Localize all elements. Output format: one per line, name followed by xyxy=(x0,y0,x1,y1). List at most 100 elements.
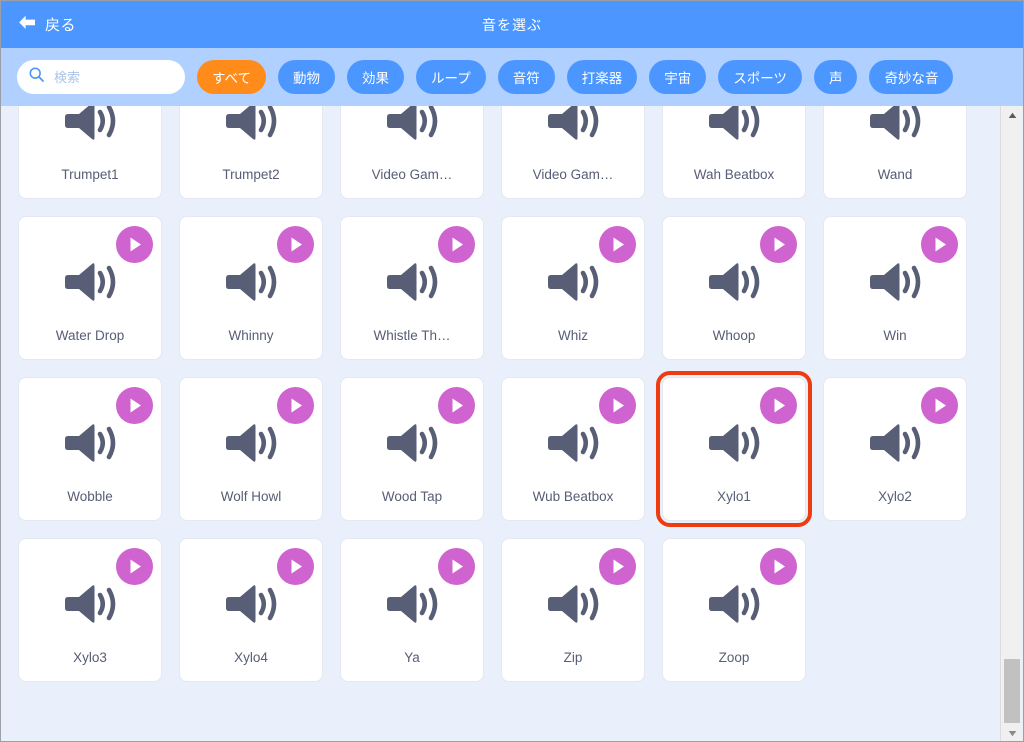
play-button[interactable] xyxy=(116,387,153,424)
sound-card-label: Trumpet1 xyxy=(61,167,119,182)
play-button[interactable] xyxy=(438,548,475,585)
play-icon xyxy=(774,398,785,413)
sound-card[interactable]: Wolf Howl xyxy=(179,377,323,521)
play-button[interactable] xyxy=(277,548,314,585)
filter-tag[interactable]: 動物 xyxy=(278,60,336,94)
sound-card[interactable]: Wub Beatbox xyxy=(501,377,645,521)
speaker-icon xyxy=(384,106,440,148)
speaker-icon xyxy=(62,260,118,309)
filter-tag[interactable]: 効果 xyxy=(347,60,405,94)
sound-card[interactable]: Xylo1 xyxy=(656,371,812,527)
scrollbar-thumb[interactable] xyxy=(1004,659,1020,723)
filter-tag[interactable]: スポーツ xyxy=(718,60,802,94)
filter-tag[interactable]: 奇妙な音 xyxy=(869,60,954,94)
speaker-icon xyxy=(706,582,762,631)
header-bar: 戻る 音を選ぶ xyxy=(1,1,1023,48)
speaker-icon xyxy=(223,582,279,631)
play-icon xyxy=(774,559,785,574)
search-icon xyxy=(29,67,44,87)
play-icon xyxy=(291,559,302,574)
speaker-icon xyxy=(706,421,762,470)
speaker-icon xyxy=(384,260,440,309)
sound-library-window: 戻る 音を選ぶ すべて動物効果ループ音符打楽器宇宙スポーツ声奇妙な音 Trump… xyxy=(0,0,1024,742)
sound-card[interactable]: Zip xyxy=(501,538,645,682)
sound-card-label: Wah Beatbox xyxy=(693,167,775,182)
triangle-up-icon[interactable] xyxy=(1001,106,1023,124)
play-icon xyxy=(613,237,624,252)
sound-card-label: Wand xyxy=(877,167,913,182)
filter-tag[interactable]: 宇宙 xyxy=(649,60,707,94)
play-icon xyxy=(935,237,946,252)
play-icon xyxy=(613,559,624,574)
play-icon xyxy=(130,559,141,574)
play-button[interactable] xyxy=(760,387,797,424)
sound-card[interactable]: Xylo2 xyxy=(823,377,967,521)
filter-tag-list: すべて 動物 効果 ループ 音符 打楽器 宇宙 スポーツ声奇妙な音 xyxy=(197,60,954,94)
sound-card[interactable]: Water Drop xyxy=(18,216,162,360)
speaker-icon xyxy=(223,106,279,148)
triangle-down-icon[interactable] xyxy=(1001,724,1023,741)
speaker-icon xyxy=(545,260,601,309)
play-icon xyxy=(291,237,302,252)
sound-card-label: Whiz xyxy=(558,328,588,343)
speaker-icon xyxy=(867,106,923,148)
play-button[interactable] xyxy=(921,226,958,263)
sound-card-label: Zoop xyxy=(718,650,750,665)
speaker-icon xyxy=(384,421,440,470)
search-input[interactable] xyxy=(54,69,174,85)
sound-card[interactable]: Video Gam… xyxy=(340,106,484,199)
sound-card[interactable]: Whinny xyxy=(179,216,323,360)
play-button[interactable] xyxy=(760,226,797,263)
filter-tag[interactable]: 声 xyxy=(813,60,858,94)
play-button[interactable] xyxy=(599,387,636,424)
speaker-icon xyxy=(867,421,923,470)
play-icon xyxy=(130,398,141,413)
sound-card-label: Video Gam… xyxy=(532,167,614,182)
sound-card-label: Video Gam… xyxy=(371,167,453,182)
sound-card[interactable]: Wood Tap xyxy=(340,377,484,521)
search-box[interactable] xyxy=(17,60,185,94)
sound-card[interactable]: Ya xyxy=(340,538,484,682)
sound-card[interactable]: Whiz xyxy=(501,216,645,360)
play-button[interactable] xyxy=(277,226,314,263)
play-button[interactable] xyxy=(760,548,797,585)
sound-card[interactable]: Wah Beatbox xyxy=(662,106,806,199)
speaker-icon xyxy=(545,421,601,470)
sound-card-label: Whoop xyxy=(712,328,756,343)
play-button[interactable] xyxy=(599,226,636,263)
filter-tag[interactable]: 打楽器 xyxy=(566,60,638,94)
sound-card-label: Win xyxy=(883,328,907,343)
sound-card[interactable]: Xylo3 xyxy=(18,538,162,682)
speaker-icon xyxy=(223,421,279,470)
sound-card[interactable]: Whistle Th… xyxy=(340,216,484,360)
sound-card[interactable]: Wand xyxy=(823,106,967,199)
filter-tag[interactable]: 音符 xyxy=(497,60,555,94)
filter-bar: すべて動物効果ループ音符打楽器宇宙スポーツ声奇妙な音 xyxy=(1,48,1023,106)
sound-card[interactable]: Wobble xyxy=(18,377,162,521)
filter-tag[interactable]: ループ xyxy=(416,60,486,94)
sound-card[interactable]: Trumpet2 xyxy=(179,106,323,199)
sound-card[interactable]: Xylo4 xyxy=(179,538,323,682)
sound-grid-area: Trumpet1 Trumpet2 Video Gam… Video Gam… Wah … xyxy=(1,106,1023,741)
sound-card[interactable]: Trumpet1 xyxy=(18,106,162,199)
play-button[interactable] xyxy=(921,387,958,424)
sound-card-label: Wub Beatbox xyxy=(532,489,614,504)
play-button[interactable] xyxy=(116,226,153,263)
sound-card[interactable]: Video Gam… xyxy=(501,106,645,199)
filter-tag[interactable]: すべて xyxy=(197,60,267,94)
play-button[interactable] xyxy=(599,548,636,585)
play-button[interactable] xyxy=(116,548,153,585)
sound-card[interactable]: Win xyxy=(823,216,967,360)
sound-card-label: Zip xyxy=(563,650,583,665)
play-button[interactable] xyxy=(277,387,314,424)
play-button[interactable] xyxy=(438,387,475,424)
speaker-icon xyxy=(706,106,762,148)
play-button[interactable] xyxy=(438,226,475,263)
sound-card[interactable]: Whoop xyxy=(662,216,806,360)
speaker-icon xyxy=(706,260,762,309)
sound-card[interactable]: Zoop xyxy=(662,538,806,682)
arrow-left-icon xyxy=(18,15,36,35)
sound-card-label: Xylo4 xyxy=(234,650,268,665)
back-button[interactable]: 戻る xyxy=(18,1,76,48)
vertical-scrollbar[interactable] xyxy=(1000,106,1023,741)
